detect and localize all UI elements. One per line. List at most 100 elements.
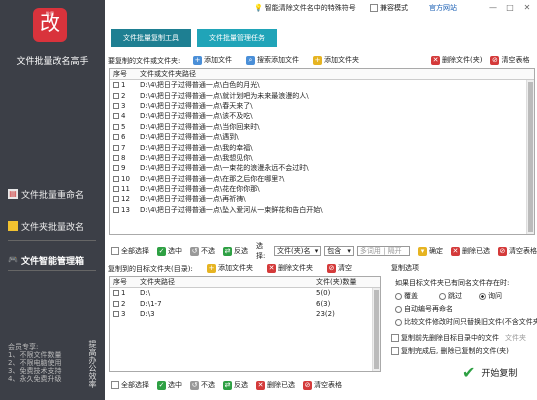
table-row[interactable]: 9 D:\4\把日子过得普通一点\一束花的浪漫永远不会过时\ bbox=[110, 163, 534, 173]
table-row[interactable]: 2 D:\1-7 6(3) bbox=[110, 298, 380, 308]
delete-icon: ✕ bbox=[267, 263, 276, 273]
invert-button[interactable]: ⇄ 反选 bbox=[223, 380, 248, 390]
select-all-checkbox[interactable] bbox=[111, 247, 119, 255]
radio-ask[interactable]: 询问 bbox=[479, 291, 502, 301]
table-row[interactable]: 8 D:\4\把日子过得普通一点\我想见你\ bbox=[110, 153, 534, 163]
row-checkbox[interactable] bbox=[113, 186, 119, 193]
row-checkbox[interactable] bbox=[113, 165, 119, 172]
select-all-toggle[interactable]: 全部选择 bbox=[111, 246, 149, 256]
compat-checkbox[interactable] bbox=[370, 4, 378, 12]
row-number-cell: 1 bbox=[110, 289, 136, 297]
radio-button[interactable] bbox=[395, 292, 402, 300]
row-checkbox[interactable] bbox=[113, 102, 119, 109]
table-row[interactable]: 7 D:\4\把日子过得普通一点\我的幸福\ bbox=[110, 142, 534, 152]
table-row[interactable]: 13 D:\4\把日子过得普通一点\坠入爱河从一束鲜花和告白开始\ bbox=[110, 205, 534, 215]
delete-selected-button[interactable]: ✕ 删除已选 bbox=[450, 246, 490, 256]
row-checkbox[interactable] bbox=[113, 82, 119, 89]
select-all-toggle[interactable]: 全部选择 bbox=[111, 380, 149, 390]
official-site-link[interactable]: 官方网站 bbox=[429, 3, 457, 13]
scroll-thumb[interactable] bbox=[374, 290, 379, 369]
table-row[interactable]: 5 D:\4\把日子过得普通一点\当你回来时\ bbox=[110, 122, 534, 132]
start-copy-button[interactable]: ✔ 开始复制 bbox=[462, 363, 517, 382]
scroll-thumb[interactable] bbox=[528, 82, 533, 232]
row-number-cell: 6 bbox=[110, 133, 136, 141]
radio-button[interactable] bbox=[395, 305, 402, 313]
select-button[interactable]: ✓ 选中 bbox=[157, 380, 182, 390]
delete-selected-button[interactable]: ✕ 删除已选 bbox=[256, 380, 295, 390]
delete-target-folder-button[interactable]: ✕ 删除文件夹 bbox=[267, 263, 313, 273]
select-button[interactable]: ✓ 选中 bbox=[157, 246, 182, 256]
radio-button[interactable] bbox=[439, 292, 446, 300]
invert-button[interactable]: ⇄ 反选 bbox=[223, 246, 248, 256]
table-row[interactable]: 2 D:\4\把日子过得普通一点\就计划吧为未来最浪漫的人\ bbox=[110, 90, 534, 100]
target-table: 序号 文件夹路径 文件(夹)数量 1 D:\ 5(0) 2 D:\1-7 6(3) 3 D:\… bbox=[109, 276, 381, 372]
radio-replace-older[interactable]: 比较文件修改时间只替换旧文件(不含文件夹) bbox=[395, 317, 537, 327]
row-checkbox[interactable] bbox=[113, 154, 119, 161]
clear-table-button[interactable]: ⊘ 清空表格 bbox=[490, 55, 529, 65]
keyword-input[interactable]: 多词用 | 隔开 bbox=[356, 246, 410, 256]
radio-auto-rename[interactable]: 自动编号再命名 bbox=[395, 304, 453, 314]
choose-field-select[interactable]: 文件(夹)名 ▾ bbox=[274, 246, 322, 256]
table-row[interactable]: 6 D:\4\把日子过得普通一点\遇到\ bbox=[110, 132, 534, 142]
row-checkbox[interactable] bbox=[113, 206, 119, 213]
add-target-folder-button[interactable]: + 添加文件夹 bbox=[207, 263, 253, 273]
row-checkbox[interactable] bbox=[113, 144, 119, 151]
close-button[interactable]: ✕ bbox=[519, 1, 535, 14]
delete-target-toggle[interactable]: 复制前先删除目标目录中的文件 文件夹 bbox=[391, 333, 526, 343]
row-checkbox[interactable] bbox=[113, 290, 119, 297]
table-row[interactable]: 1 D:\4\把日子过得普通一点\白色的月光\ bbox=[110, 80, 534, 90]
row-checkbox[interactable] bbox=[113, 134, 119, 141]
radio-overwrite[interactable]: 覆盖 bbox=[395, 291, 418, 301]
table-row[interactable]: 1 D:\ 5(0) bbox=[110, 288, 380, 298]
row-number: 4 bbox=[121, 112, 126, 121]
unselect-button[interactable]: ↺ 不选 bbox=[190, 380, 215, 390]
source-scrollbar[interactable] bbox=[526, 80, 534, 234]
search-add-file-button[interactable]: ⌕ 搜索添加文件 bbox=[246, 55, 299, 65]
compat-mode-toggle[interactable]: 兼容模式 bbox=[370, 3, 408, 13]
unselect-button[interactable]: ↺ 不选 bbox=[190, 246, 215, 256]
radio-button[interactable] bbox=[395, 318, 402, 326]
row-number: 3 bbox=[121, 101, 126, 110]
maximize-button[interactable]: □ bbox=[502, 1, 518, 14]
row-checkbox[interactable] bbox=[113, 92, 119, 99]
clear-table-button[interactable]: ⊘ 清空表格 bbox=[497, 246, 537, 256]
source-toolbar-right: ✕ 删除文件(夹) ⊘ 清空表格 bbox=[431, 55, 537, 65]
sidebar-item-file-manager[interactable]: 🎮 文件智能管理箱 bbox=[8, 250, 102, 270]
radio-button[interactable] bbox=[479, 292, 486, 300]
row-checkbox[interactable] bbox=[113, 300, 119, 307]
target-scrollbar[interactable] bbox=[372, 288, 380, 371]
select-all-checkbox[interactable] bbox=[111, 381, 119, 389]
row-checkbox[interactable] bbox=[113, 123, 119, 130]
row-number-cell: 13 bbox=[110, 206, 136, 214]
table-row[interactable]: 3 D:\3 23(2) bbox=[110, 309, 380, 319]
sidebar-item-file-rename[interactable]: ▤ 文件批量重命名 bbox=[8, 184, 102, 204]
clear-target-button[interactable]: ⊘ 清空 bbox=[327, 263, 352, 273]
row-checkbox[interactable] bbox=[113, 310, 119, 317]
confirm-button[interactable]: ▾ 确定 bbox=[417, 246, 443, 256]
match-mode-select[interactable]: 包含 ▾ bbox=[324, 246, 354, 256]
checkbox[interactable] bbox=[391, 347, 399, 355]
table-row[interactable]: 3 D:\4\把日子过得普通一点\春天来了\ bbox=[110, 101, 534, 111]
tab-batch-copy[interactable]: 文件批量复制工具 bbox=[111, 29, 191, 47]
row-checkbox[interactable] bbox=[113, 175, 119, 182]
delete-source-toggle[interactable]: 复制完成后, 删除已复制的文件(夹) bbox=[391, 346, 509, 356]
add-file-button[interactable]: + 添加文件 bbox=[193, 55, 232, 65]
minimize-button[interactable]: — bbox=[485, 1, 501, 14]
table-row[interactable]: 12 D:\4\把日子过得普通一点\再祈祷\ bbox=[110, 194, 534, 204]
checkbox[interactable] bbox=[391, 334, 399, 342]
table-row[interactable]: 11 D:\4\把日子过得普通一点\花在你你那\ bbox=[110, 184, 534, 194]
table-row[interactable]: 4 D:\4\把日子过得普通一点\该不及吃\ bbox=[110, 111, 534, 121]
row-path: D:\4\把日子过得普通一点\在那之后你在哪里?\ bbox=[140, 174, 285, 183]
row-checkbox[interactable] bbox=[113, 113, 119, 120]
sidebar: 批量 改 文件批量改名高手 ▤ 文件批量重命名 ▬ 文件夹批量改名 🎮 文件智能… bbox=[0, 0, 105, 400]
delete-file-button[interactable]: ✕ 删除文件(夹) bbox=[431, 55, 482, 65]
clear-label: 清空表格 bbox=[508, 247, 537, 255]
hint-link[interactable]: 💡 智能清除文件名中的特殊符号 bbox=[254, 3, 356, 13]
radio-skip[interactable]: 跳过 bbox=[439, 291, 462, 301]
sidebar-item-folder-rename[interactable]: ▬ 文件夹批量改名 bbox=[8, 216, 102, 236]
clear-table-button[interactable]: ⊘ 清空表格 bbox=[303, 380, 342, 390]
tab-batch-manage[interactable]: 文件批量管理任务 bbox=[197, 29, 277, 47]
table-row[interactable]: 10 D:\4\把日子过得普通一点\在那之后你在哪里?\ bbox=[110, 174, 534, 184]
add-folder-button[interactable]: + 添加文件夹 bbox=[313, 55, 359, 65]
row-checkbox[interactable] bbox=[113, 196, 119, 203]
